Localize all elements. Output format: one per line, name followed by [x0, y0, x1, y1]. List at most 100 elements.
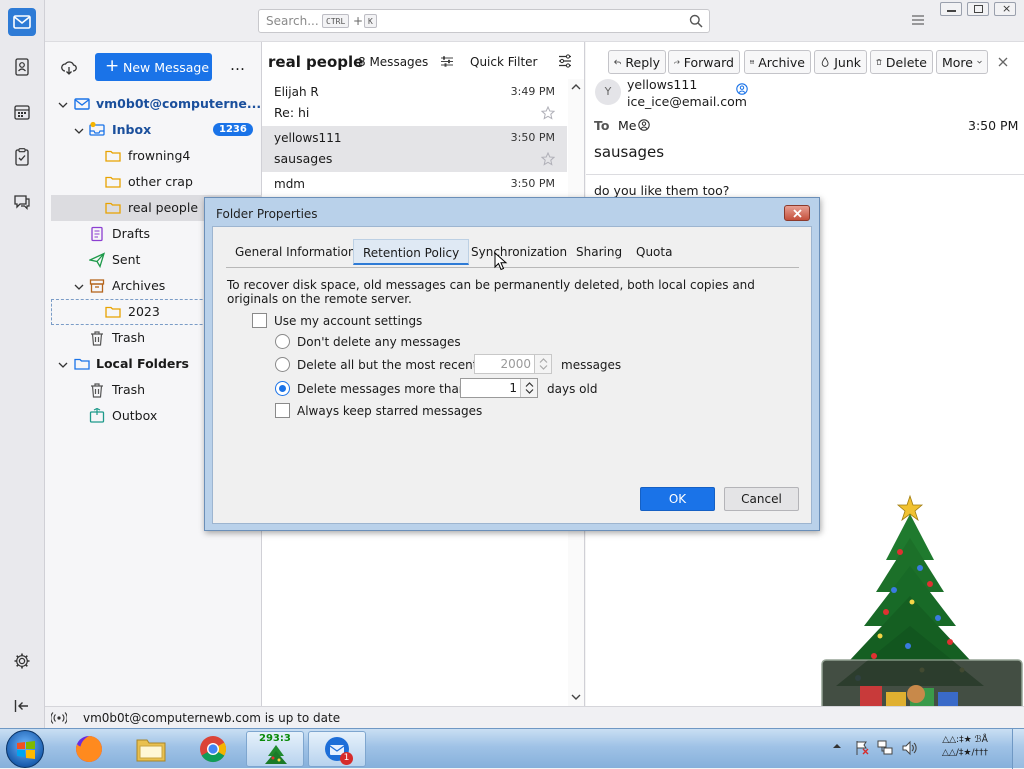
message-row[interactable]: Elijah R 3:49 PM Re: hi: [262, 80, 567, 126]
folder-icon: [105, 176, 121, 188]
thread-display-options-icon[interactable]: [558, 54, 572, 68]
more-label: More: [942, 54, 973, 70]
taskbar-chrome[interactable]: [184, 731, 242, 767]
tab-synchronization[interactable]: Synchronization: [462, 239, 576, 265]
message-row[interactable]: yellows111 3:50 PM sausages: [262, 126, 567, 172]
unread-count-badge: 1236: [213, 123, 253, 136]
message-from: Elijah R: [274, 85, 319, 99]
chevron-down-icon[interactable]: [58, 100, 68, 110]
keep-starred-checkbox[interactable]: [275, 403, 290, 418]
star-icon[interactable]: [541, 106, 555, 120]
folder-label: Sent: [112, 252, 141, 267]
folder-label: 2023: [128, 304, 160, 319]
cancel-button[interactable]: Cancel: [724, 487, 799, 511]
global-search-input[interactable]: Search... CTRL + K: [258, 9, 710, 33]
star-icon[interactable]: [541, 152, 555, 166]
network-icon[interactable]: [877, 740, 893, 756]
folder-label: Archives: [112, 278, 166, 293]
folder-inbox[interactable]: Inbox 1236: [45, 117, 262, 143]
close-pane-icon[interactable]: [997, 56, 1009, 68]
days-old-unit-label: days old: [547, 382, 598, 396]
search-icon[interactable]: [689, 14, 703, 28]
new-message-button[interactable]: + New Message: [95, 53, 212, 81]
show-desktop-button[interactable]: [1012, 729, 1024, 769]
system-clock[interactable]: △△:‡★ ℬÅ △△/‡★/†††: [930, 735, 1000, 765]
folder-pane-more-button[interactable]: …: [230, 56, 245, 74]
message-time: 3:49 PM: [510, 85, 555, 98]
start-button[interactable]: [6, 730, 44, 768]
stepper-arrows[interactable]: [534, 355, 551, 373]
tab-divider: [226, 267, 799, 268]
message-from: mdm: [274, 177, 305, 191]
archive-icon: [750, 60, 755, 64]
show-hidden-icons-icon[interactable]: [832, 742, 842, 750]
app-menu-icon[interactable]: [911, 14, 925, 26]
chevron-down-icon[interactable]: [74, 126, 84, 136]
chevron-down-icon[interactable]: [74, 282, 84, 292]
days-old-value: 1: [509, 381, 517, 395]
folder-other-crap[interactable]: other crap: [45, 169, 262, 195]
minimize-window-button[interactable]: [940, 2, 962, 16]
address-book-icon[interactable]: [8, 53, 36, 81]
get-messages-icon[interactable]: [61, 60, 77, 76]
taskbar-firefox[interactable]: [60, 731, 118, 767]
taskbar-tree-gadget[interactable]: 293:3: [246, 731, 304, 767]
volume-icon[interactable]: [901, 740, 917, 756]
delete-older-radio[interactable]: [275, 381, 290, 396]
folder-frowning4[interactable]: frowning4: [45, 143, 262, 169]
days-old-stepper[interactable]: 1: [460, 378, 538, 398]
online-status-icon[interactable]: [51, 712, 67, 724]
local-folders-icon: [74, 358, 90, 370]
to-value[interactable]: Me: [618, 118, 636, 133]
account-row[interactable]: vm0b0t@computerne...: [45, 91, 262, 117]
collapse-spaces-icon[interactable]: [8, 692, 36, 720]
tasks-icon[interactable]: [8, 143, 36, 171]
forward-icon: [674, 60, 680, 64]
dialog-close-button[interactable]: [784, 205, 810, 221]
restore-window-button[interactable]: [967, 2, 989, 16]
junk-button[interactable]: Junk: [814, 50, 867, 74]
reply-button[interactable]: Reply: [608, 50, 666, 74]
tab-retention-policy[interactable]: Retention Policy: [353, 239, 470, 265]
address-book-contact-icon[interactable]: [736, 83, 748, 95]
action-center-flag-icon[interactable]: [855, 740, 869, 756]
delete-button[interactable]: Delete: [870, 50, 933, 74]
use-account-settings-label: Use my account settings: [274, 314, 423, 328]
taskbar-explorer[interactable]: [122, 731, 180, 767]
dont-delete-radio[interactable]: [275, 334, 290, 349]
status-bar: vm0b0t@computernewb.com is up to date: [45, 706, 1024, 728]
tab-quota[interactable]: Quota: [627, 239, 681, 265]
delete-all-but-radio[interactable]: [275, 357, 290, 372]
message-from: yellows111: [274, 131, 342, 145]
mail-space-icon[interactable]: [8, 8, 36, 36]
tree-counter: 293:3: [259, 733, 291, 744]
message-subject: sausages: [594, 143, 665, 161]
tab-sharing[interactable]: Sharing: [567, 239, 631, 265]
scroll-up-icon[interactable]: [571, 83, 581, 91]
sender-name[interactable]: yellows111: [627, 77, 697, 92]
calendar-icon[interactable]: [8, 98, 36, 126]
settings-gear-icon[interactable]: [8, 647, 36, 675]
close-window-button[interactable]: ×: [994, 2, 1016, 16]
archive-button[interactable]: Archive: [744, 50, 811, 74]
taskbar-thunderbird[interactable]: 1: [308, 731, 366, 767]
more-actions-button[interactable]: More: [936, 50, 988, 74]
sent-icon: [89, 252, 105, 268]
trash-icon: [876, 59, 882, 66]
tab-general-information[interactable]: General Information: [226, 239, 365, 265]
inbox-icon: [89, 121, 105, 136]
forward-button[interactable]: Forward: [668, 50, 740, 74]
ok-button[interactable]: OK: [640, 487, 715, 511]
chevron-down-icon[interactable]: [58, 360, 68, 370]
scroll-down-icon[interactable]: [571, 693, 581, 701]
folder-label: Drafts: [112, 226, 151, 241]
junk-label: Junk: [834, 54, 861, 70]
folder-label: Inbox: [112, 122, 152, 137]
dialog-title: Folder Properties: [216, 207, 318, 221]
use-account-settings-checkbox[interactable]: [252, 313, 267, 328]
stepper-arrows[interactable]: [520, 379, 537, 397]
quick-filter-button[interactable]: Quick Filter: [440, 52, 538, 72]
chat-icon[interactable]: [8, 188, 36, 216]
sender-email[interactable]: ice_ice@email.com: [627, 94, 747, 109]
keep-recent-count-stepper[interactable]: 2000: [474, 354, 552, 374]
